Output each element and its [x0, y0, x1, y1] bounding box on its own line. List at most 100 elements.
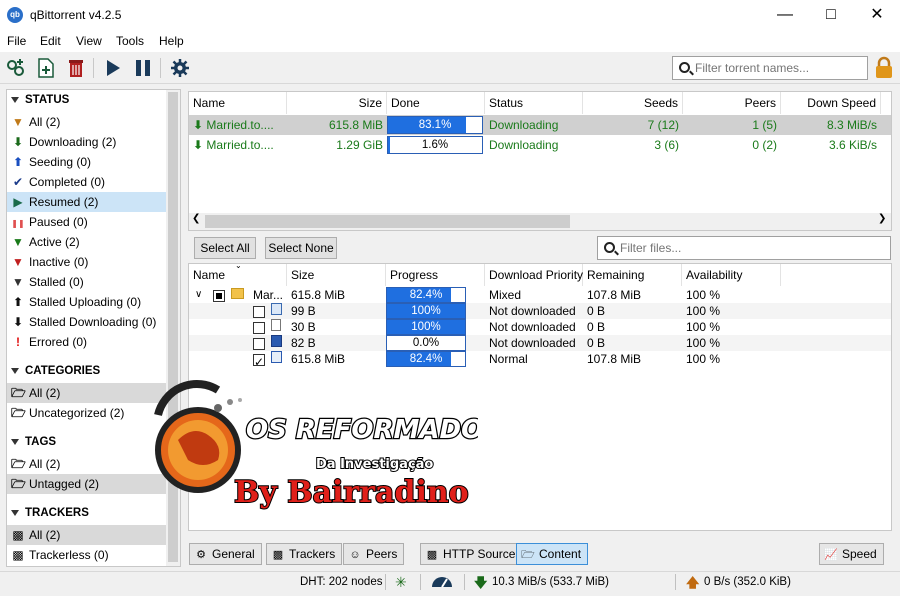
options-gear-icon[interactable]: [169, 57, 191, 79]
status-item-label: Completed (0): [29, 175, 106, 189]
column-header-file-size[interactable]: Size: [287, 264, 386, 286]
torrent-row[interactable]: ⬇ Married.to.... 1.29 GiB 1.6% Downloading 3…: [189, 135, 891, 155]
tags-header[interactable]: TAGS: [11, 436, 56, 448]
tracker-item-trackerless[interactable]: ▩ Trackerless (0): [7, 545, 167, 565]
column-header-name[interactable]: Name: [189, 92, 287, 114]
search-icon: [679, 62, 690, 73]
app-icon: qb: [7, 7, 23, 23]
server-icon: ▩: [426, 549, 438, 561]
menu-help[interactable]: Help: [159, 34, 184, 48]
file-checkbox[interactable]: [253, 349, 273, 369]
torrent-down-speed: 3.6 KiB/s: [828, 138, 877, 152]
status-item-label: Stalled Uploading (0): [29, 295, 142, 309]
status-item-stalled[interactable]: ▼ Stalled (0): [7, 272, 167, 292]
torrent-search-field[interactable]: [672, 56, 868, 80]
filter-icon: ▼: [12, 255, 24, 269]
status-item-active[interactable]: ▼ Active (2): [7, 232, 167, 252]
scroll-right-arrow-icon[interactable]: ❯: [878, 213, 886, 224]
menu-tools[interactable]: Tools: [116, 34, 144, 48]
speed-limit-icon[interactable]: [430, 573, 454, 592]
add-torrent-file-icon[interactable]: [35, 57, 57, 79]
file-tree-row[interactable]: 615.8 MiB 82.4% Normal 107.8 MiB 100 %: [189, 349, 891, 369]
watermark-logo: OS REFORMADOS Da Investigação By Bairrad…: [154, 380, 478, 510]
download-speed-status[interactable]: 10.3 MiB/s (533.7 MiB): [492, 576, 609, 588]
status-item-completed[interactable]: ✔ Completed (0): [7, 172, 167, 192]
status-item-label: Seeding (0): [29, 155, 92, 169]
menu-edit[interactable]: Edit: [40, 34, 61, 48]
server-icon: ▩: [272, 549, 284, 561]
torrent-list-scrollbar-thumb[interactable]: [205, 215, 570, 228]
select-all-button[interactable]: Select All: [194, 237, 256, 259]
people-icon: ☺: [349, 549, 361, 561]
status-item-label: Active (2): [29, 235, 80, 249]
chevron-down-icon: [11, 438, 19, 445]
folder-icon: [231, 285, 249, 305]
resume-icon[interactable]: [102, 57, 124, 79]
scroll-left-arrow-icon[interactable]: ❮: [192, 213, 200, 224]
file-priority[interactable]: Normal: [485, 349, 583, 369]
chevron-down-icon[interactable]: ∨: [191, 285, 205, 305]
lock-icon[interactable]: [873, 56, 895, 80]
watermark-line2: Da Investigação: [316, 457, 433, 472]
status-item-stalled-downloading[interactable]: ⬇ Stalled Downloading (0): [7, 312, 167, 332]
menu-view[interactable]: View: [76, 34, 102, 48]
status-item-seeding[interactable]: ⬆ Seeding (0): [7, 152, 167, 172]
folder-icon: 🗁: [11, 406, 26, 420]
menu-file[interactable]: File: [7, 34, 26, 48]
status-item-inactive[interactable]: ▼ Inactive (0): [7, 252, 167, 272]
status-item-resumed[interactable]: ▶ Resumed (2): [7, 192, 167, 212]
column-header-progress[interactable]: Progress: [386, 264, 485, 286]
tab-content[interactable]: 🗁 Content: [516, 543, 589, 565]
filter-files-field[interactable]: [597, 236, 891, 260]
column-header-status[interactable]: Status: [485, 92, 583, 114]
status-item-label: Stalled (0): [29, 275, 84, 289]
tab-peers[interactable]: ☺ Peers: [343, 543, 405, 565]
torrent-peers: 0 (2): [752, 138, 777, 152]
minimize-button[interactable]: —: [762, 0, 808, 30]
column-header-remaining[interactable]: Remaining: [583, 264, 682, 286]
torrent-size: 1.29 GiB: [336, 138, 383, 152]
pause-icon[interactable]: [132, 57, 154, 79]
file-remaining: 107.8 MiB: [587, 352, 642, 366]
torrent-seeds: 3 (6): [654, 138, 679, 152]
close-button[interactable]: ✕: [854, 0, 900, 30]
torrent-search-input[interactable]: [695, 61, 855, 75]
tab-http-sources[interactable]: ▩ HTTP Sources: [420, 543, 529, 565]
tab-general[interactable]: ⚙ General: [189, 543, 262, 565]
status-item-downloading[interactable]: ⬇ Downloading (2): [7, 132, 167, 152]
torrent-progress-bar: 83.1%: [387, 116, 483, 134]
trackers-header[interactable]: TRACKERS: [11, 507, 89, 519]
connection-status-icon[interactable]: ✳: [395, 574, 407, 591]
tracker-item-all[interactable]: ▩ All (2): [7, 525, 167, 545]
status-item-paused[interactable]: ❚❚ Paused (0): [7, 212, 167, 232]
status-header[interactable]: STATUS: [11, 94, 69, 106]
status-item-all[interactable]: ▼ All (2): [7, 112, 167, 132]
torrent-status: Downloading: [489, 118, 559, 132]
column-header-download-priority[interactable]: Download Priority: [485, 264, 583, 286]
speed-button[interactable]: 📈 Speed: [819, 543, 884, 565]
column-header-done[interactable]: Done: [387, 92, 485, 114]
maximize-button[interactable]: □: [808, 0, 854, 30]
select-none-button[interactable]: Select None: [265, 237, 337, 259]
arrow-down-icon: ⬇: [193, 138, 204, 152]
file-checkbox[interactable]: [213, 285, 233, 305]
column-header-peers[interactable]: Peers: [683, 92, 781, 114]
status-item-errored[interactable]: ! Errored (0): [7, 332, 167, 352]
column-header-seeds[interactable]: Seeds: [583, 92, 683, 114]
tab-trackers[interactable]: ▩ Trackers: [266, 543, 343, 565]
categories-header[interactable]: CATEGORIES: [11, 365, 100, 377]
filter-files-input[interactable]: [620, 241, 780, 255]
status-item-stalled-uploading[interactable]: ⬆ Stalled Uploading (0): [7, 292, 167, 312]
upload-speed-status[interactable]: 0 B/s (352.0 KiB): [704, 576, 791, 588]
chevron-down-icon: [11, 367, 19, 374]
toolbar-separator: [160, 58, 161, 78]
column-header-down-speed[interactable]: Down Speed: [781, 92, 881, 114]
add-torrent-link-icon[interactable]: [5, 57, 27, 79]
watermark-line1: OS REFORMADOS: [246, 415, 478, 445]
file-progress-bar: 82.4%: [386, 351, 466, 367]
torrent-row[interactable]: ⬇ Married.to.... 615.8 MiB 83.1% Downloadin…: [189, 115, 891, 135]
column-header-size[interactable]: Size: [287, 92, 387, 114]
delete-icon[interactable]: [65, 57, 87, 79]
folder-icon: 🗁: [521, 549, 535, 561]
column-header-availability[interactable]: Availability: [682, 264, 781, 286]
